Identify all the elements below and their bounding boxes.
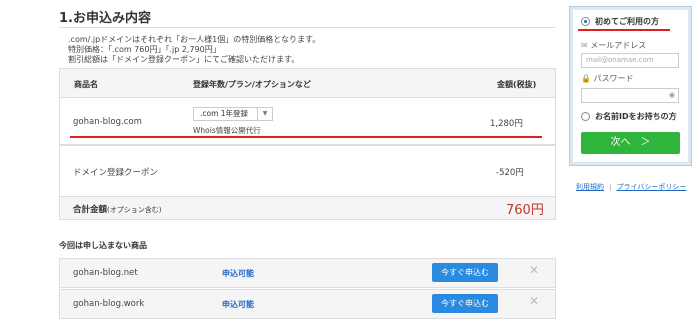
title-divider: [59, 27, 556, 28]
plan-select-value: .com 1年登録: [200, 109, 249, 118]
coupon-amount: -520円: [496, 168, 524, 178]
total-amount: 760円: [506, 203, 544, 218]
apply-now-button[interactable]: 今すぐ申込む: [432, 263, 498, 282]
highlight-underline: [578, 29, 670, 31]
password-label: 🔒 パスワード: [581, 73, 634, 84]
total-label-text: 合計金額: [73, 205, 108, 215]
chevron-down-icon: ▼: [257, 108, 272, 120]
password-field[interactable]: ◉: [581, 88, 679, 103]
close-icon[interactable]: ✕: [529, 294, 539, 308]
apply-now-button[interactable]: 今すぐ申込む: [432, 294, 498, 313]
radio-first-time[interactable]: [581, 17, 590, 26]
section-title: 1.お申込み内容: [59, 11, 151, 26]
email-label: ✉ メールアドレス: [581, 40, 646, 51]
has-id-label: お名前IDをお持ちの方: [595, 112, 677, 121]
close-icon[interactable]: ✕: [529, 263, 539, 277]
next-button[interactable]: 次へ ＞: [581, 132, 680, 154]
footer-links: 利用規約 | プライバシーポリシー: [576, 174, 686, 193]
first-time-label: 初めてご利用の方: [595, 17, 659, 26]
lock-icon: 🔒: [581, 74, 591, 83]
highlight-underline: [70, 136, 542, 138]
privacy-link[interactable]: プライバシーポリシー: [617, 183, 687, 191]
header-plan: 登録年数/プラン/オプションなど: [193, 80, 311, 89]
radio-has-id[interactable]: [581, 112, 590, 121]
status-available: 申込可能: [222, 300, 254, 309]
domain-name: gohan-blog.com: [73, 117, 142, 127]
link-separator: |: [609, 183, 612, 191]
row-amount: 1,280円: [490, 119, 523, 129]
note-line-3: 割引総額は「ドメイン登録クーポン」にてご確認いただけます。: [68, 55, 300, 64]
product-name: gohan-blog.net: [73, 268, 138, 278]
not-applied-title: 今回は申し込まない商品: [59, 241, 147, 250]
product-name: gohan-blog.work: [73, 299, 145, 309]
total-label: 合計金額(オプション含む): [73, 203, 161, 215]
header-amount: 金額(税抜): [497, 80, 537, 89]
email-field[interactable]: mail@onamae.com: [581, 53, 679, 68]
option-label: Whois情報公開代行: [193, 126, 261, 135]
email-label-text: メールアドレス: [590, 41, 647, 50]
eye-icon[interactable]: ◉: [669, 89, 675, 102]
plan-select[interactable]: .com 1年登録 ▼: [193, 107, 273, 121]
terms-link[interactable]: 利用規約: [576, 183, 604, 191]
mail-icon: ✉: [581, 41, 588, 50]
password-label-text: パスワード: [593, 74, 634, 83]
total-label-sub: (オプション含む): [107, 206, 162, 214]
status-available: 申込可能: [222, 269, 254, 278]
coupon-name: ドメイン登録クーポン: [73, 168, 159, 178]
header-product: 商品名: [74, 80, 98, 89]
